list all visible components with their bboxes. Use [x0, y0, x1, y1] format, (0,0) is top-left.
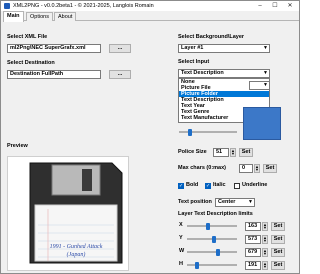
limit-value-field[interactable]: 163 — [245, 222, 261, 231]
disk-label-title: 1991 - Gunhed Attack — [50, 244, 103, 250]
limit-value-field[interactable]: 573 — [245, 235, 261, 244]
preview-panel: 1991 - Gunhed Attack (Japan) — [7, 156, 129, 271]
limit-axis-label: W — [179, 248, 185, 254]
police-size-label: Police Size — [178, 149, 207, 155]
max-chars-field[interactable]: 0 — [239, 164, 253, 173]
max-chars-stepper[interactable]: ▲ ▼ — [254, 164, 260, 173]
limit-slider-thumb[interactable] — [206, 223, 210, 230]
window-title: XML2PNG - v0.0.2beta1 - © 2021-2025, Lan… — [13, 3, 154, 9]
limit-set-button[interactable]: Set — [271, 235, 285, 244]
limit-value-field[interactable]: 679 — [245, 248, 261, 257]
destination-label: Select Destination — [7, 60, 55, 66]
tab-about[interactable]: About — [54, 12, 77, 21]
layer-select-value: Layer #1 — [181, 45, 204, 51]
bold-checkbox[interactable]: ✓ — [178, 183, 184, 189]
bold-label: Bold — [186, 182, 199, 188]
xml-file-label: Select XML File — [7, 34, 48, 40]
limit-slider-track — [187, 251, 237, 253]
xml-browse-button[interactable]: ... — [109, 44, 131, 53]
limit-slider-thumb[interactable] — [216, 249, 220, 256]
destination-browse-button[interactable]: ... — [109, 70, 131, 79]
chevron-down-icon: ▼ — [263, 45, 268, 51]
limit-slider-thumb[interactable] — [212, 236, 216, 243]
disk-label-subtitle: (Japan) — [67, 251, 86, 258]
limits-label: Layer Text Description limits — [178, 211, 253, 217]
chevron-down-icon: ▼ — [248, 199, 253, 205]
color-preview-swatch[interactable] — [243, 107, 281, 140]
text-position-value: Center — [218, 199, 236, 205]
limit-stepper[interactable]: ▲ ▼ — [262, 248, 268, 257]
max-chars-label: Max chars (0:max) — [178, 165, 226, 171]
text-position-select[interactable]: Center ▼ — [215, 198, 255, 207]
limit-set-button[interactable]: Set — [271, 248, 285, 257]
color-slider-thumb[interactable] — [188, 129, 192, 136]
limit-slider-thumb[interactable] — [195, 262, 199, 269]
police-size-stepper[interactable]: ▲ ▼ — [230, 148, 236, 157]
limit-stepper[interactable]: ▲ ▼ — [262, 261, 268, 270]
chevron-down-icon: ▼ — [263, 82, 268, 88]
hidden-select[interactable]: ▼ — [249, 81, 270, 90]
preview-label: Preview — [7, 143, 28, 149]
limit-slider-track — [187, 225, 237, 227]
limit-axis-label: Y — [179, 235, 183, 241]
tab-bar: Main Options About — [3, 11, 299, 22]
chevron-down-icon: ▼ — [263, 70, 268, 76]
destination-field[interactable]: Destination FullPath — [7, 70, 101, 79]
app-window: XML2PNG - v0.0.2beta1 - © 2021-2025, Lan… — [0, 0, 300, 274]
input-select[interactable]: Text Description ▼ — [178, 69, 270, 78]
title-bar: XML2PNG - v0.0.2beta1 - © 2021-2025, Lan… — [1, 1, 299, 11]
limit-set-button[interactable]: Set — [271, 261, 285, 270]
limit-value-field[interactable]: 191 — [245, 261, 261, 270]
app-icon — [4, 3, 10, 9]
italic-checkbox[interactable]: ✓ — [205, 183, 211, 189]
input-select-value: Text Description — [181, 70, 224, 76]
text-position-label: Text position — [178, 199, 212, 205]
floppy-disk-image: 1991 - Gunhed Attack (Japan) — [29, 162, 123, 264]
police-size-set-button[interactable]: Set — [239, 148, 253, 157]
input-label: Select Input — [178, 59, 210, 65]
limit-stepper[interactable]: ▲ ▼ — [262, 222, 268, 231]
tab-options[interactable]: Options — [26, 12, 53, 21]
background-layer-label: Select Background\Layer — [178, 34, 245, 40]
layer-select[interactable]: Layer #1 ▼ — [178, 44, 270, 53]
minimize-button[interactable]: – — [254, 1, 266, 11]
maximize-button[interactable]: ☐ — [269, 1, 281, 11]
close-button[interactable]: ✕ — [284, 1, 296, 11]
limit-axis-label: H — [179, 261, 183, 267]
limit-stepper[interactable]: ▲ ▼ — [262, 235, 268, 244]
limit-set-button[interactable]: Set — [271, 222, 285, 231]
xml-file-field[interactable]: ml2Png\NEC SuperGrafx.xml — [7, 44, 101, 53]
tab-main[interactable]: Main — [3, 11, 24, 22]
underline-label: Underline — [242, 182, 268, 188]
police-size-field[interactable]: 51 — [213, 148, 229, 157]
limit-axis-label: X — [179, 222, 183, 228]
italic-label: Italic — [213, 182, 226, 188]
underline-checkbox[interactable] — [234, 183, 240, 189]
max-chars-set-button[interactable]: Set — [263, 164, 277, 173]
